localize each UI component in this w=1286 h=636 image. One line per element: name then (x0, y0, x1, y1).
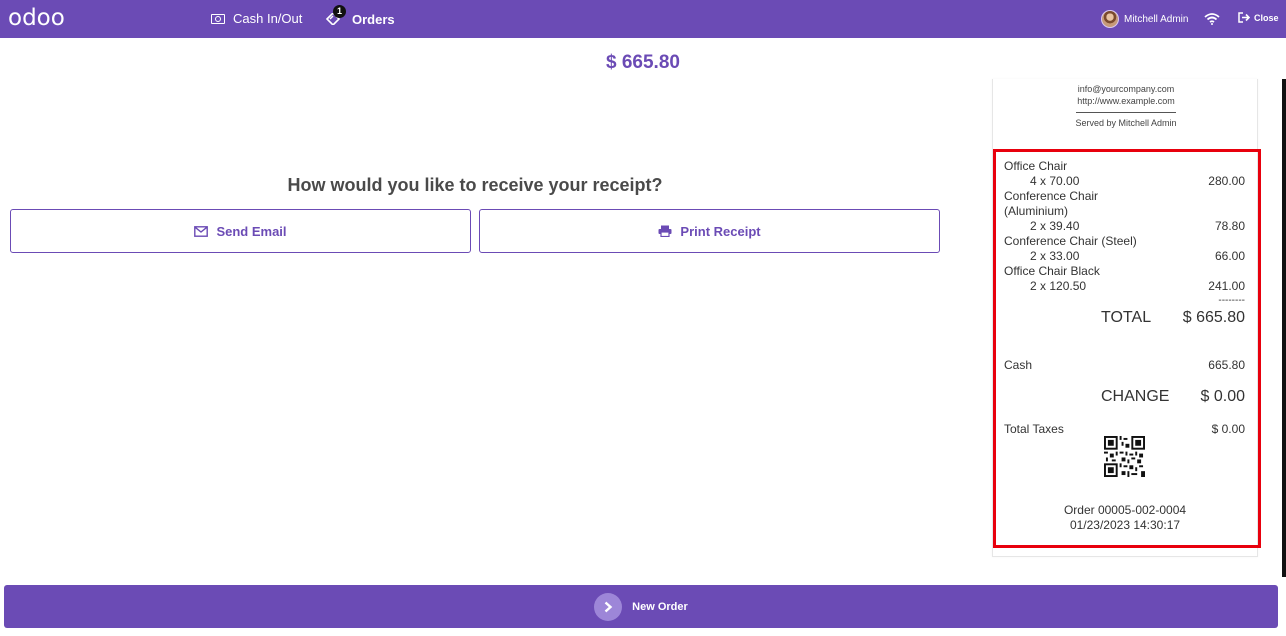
send-email-button[interactable]: Send Email (10, 209, 471, 253)
envelope-icon (194, 225, 209, 237)
scrollbar[interactable] (1282, 79, 1286, 577)
print-receipt-label: Print Receipt (680, 223, 761, 239)
print-receipt-button[interactable]: Print Receipt (479, 209, 940, 253)
send-email-label: Send Email (216, 223, 287, 239)
new-order-label: New Order (632, 600, 688, 613)
new-order-button[interactable]: New Order (4, 585, 1278, 628)
company-website: http://www.example.com (1077, 96, 1175, 106)
close-label: Close (1254, 12, 1279, 23)
close-button[interactable]: Close (1238, 12, 1279, 23)
cash-in-out-label: Cash In/Out (233, 11, 303, 26)
company-email: info@yourcompany.com (1077, 84, 1175, 94)
served-by: Served by Mitchell Admin (1075, 118, 1177, 128)
receipt-question: How would you like to receive your recei… (287, 175, 663, 195)
chevron-right-icon (594, 592, 623, 621)
money-icon (211, 13, 225, 24)
orders-label: Orders (352, 11, 395, 27)
header-divider (1076, 112, 1176, 113)
receipt-highlight-box (993, 149, 1261, 548)
user-name: Mitchell Admin (1124, 13, 1189, 25)
orders-button[interactable]: 1 Orders (326, 5, 395, 27)
top-navbar: odoo Cash In/Out 1 Orders Mitchell Admin (0, 0, 1286, 38)
wifi-icon[interactable] (1204, 12, 1220, 30)
orders-count-badge: 1 (333, 5, 346, 18)
cash-in-out-button[interactable]: Cash In/Out (211, 11, 302, 26)
order-total-amount: $ 665.80 (606, 52, 680, 73)
odoo-logo[interactable]: odoo (8, 6, 65, 30)
user-menu[interactable]: Mitchell Admin (1101, 10, 1188, 28)
avatar (1101, 10, 1119, 28)
ticket-icon: 1 (326, 5, 346, 27)
printer-icon (658, 225, 672, 237)
sign-out-icon (1238, 12, 1250, 23)
